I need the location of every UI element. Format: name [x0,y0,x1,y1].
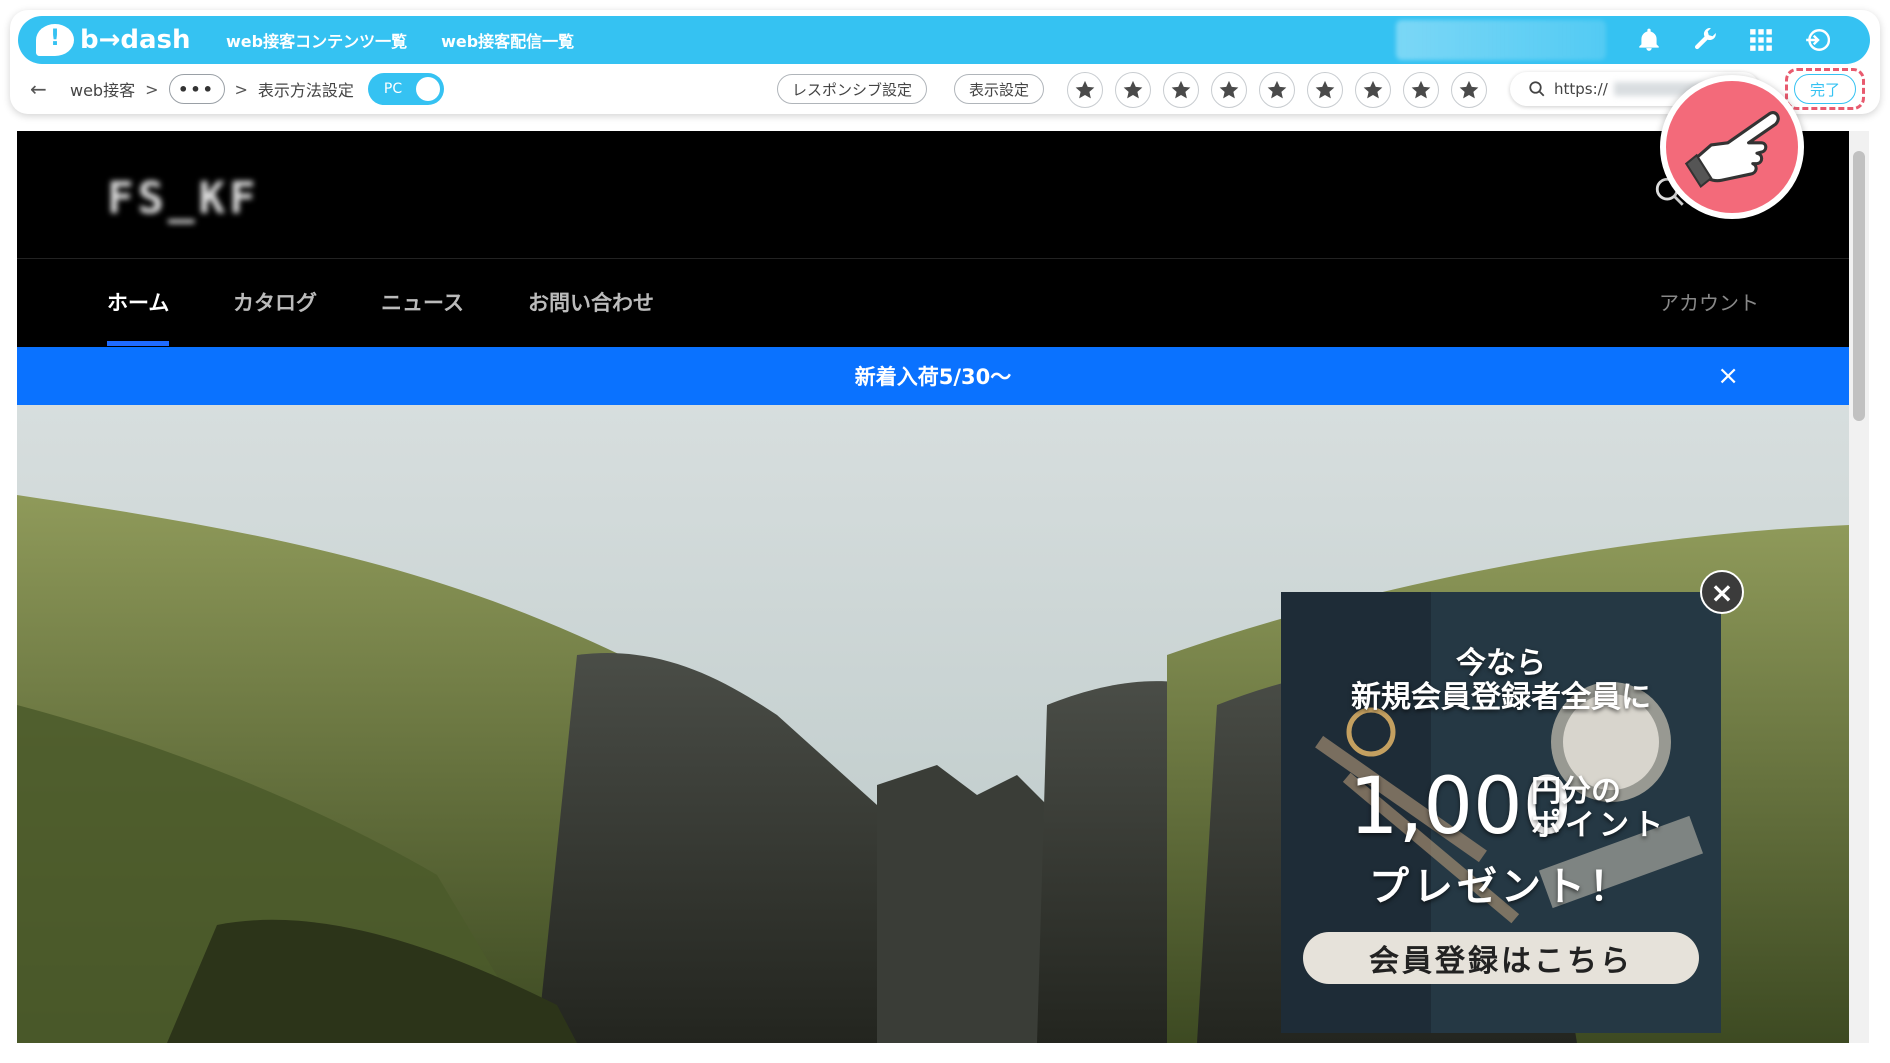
bell-icon[interactable] [1636,27,1662,53]
site-logo[interactable]: FS_KF [107,173,259,224]
star-button[interactable] [1211,72,1247,108]
nav-web-contents-list[interactable]: web接客コンテンツ一覧 [226,28,407,52]
sub-toolbar: ← web接客 > ••• > 表示方法設定 PC レスポンシブ設定 表示設定 … [30,68,1870,110]
active-nav-underline [107,341,169,346]
done-button[interactable]: 完了 [1794,74,1856,104]
star-icon [1267,80,1287,99]
star-button[interactable] [1307,72,1343,108]
star-icon [1219,80,1239,99]
breadcrumb-root[interactable]: web接客 [70,77,135,101]
account-info-blurred [1396,20,1606,60]
announcement-bar: 新着入荷5/30〜 × [17,347,1849,405]
star-icon [1411,80,1431,99]
site-header: FS_KF [17,131,1849,259]
logo-bubble-icon [36,24,74,56]
preview-scrollbar[interactable] [1849,131,1869,1043]
top-bar: b→dash web接客コンテンツ一覧 web接客配信一覧 [18,16,1870,64]
site-nav-catalog[interactable]: カタログ [233,287,317,317]
star-button[interactable] [1403,72,1439,108]
breadcrumb-separator: > [234,79,248,99]
wrench-icon[interactable] [1692,27,1718,53]
star-button[interactable] [1115,72,1151,108]
scroll-thumb[interactable] [1853,151,1865,421]
responsive-settings-button[interactable]: レスポンシブ設定 [777,74,928,104]
register-cta-button[interactable]: 会員登録はこちら [1303,932,1699,984]
device-toggle-label: PC [383,81,403,97]
star-button[interactable] [1067,72,1103,108]
popup-line-present: プレゼント！ [1369,864,1633,910]
logout-icon[interactable] [1804,27,1830,53]
announcement-text: 新着入荷5/30〜 [854,365,1012,389]
breadcrumb-separator: > [145,79,159,99]
device-toggle[interactable]: PC [367,73,444,105]
star-icon [1459,80,1479,99]
star-button[interactable] [1451,72,1487,108]
display-settings-button[interactable]: 表示設定 [954,74,1045,104]
star-icon [1123,80,1143,99]
breadcrumb-ellipsis-button[interactable]: ••• [168,74,225,104]
site-nav-news[interactable]: ニュース [381,287,464,317]
back-arrow-icon[interactable]: ← [30,77,60,101]
site-nav-home[interactable]: ホーム [107,287,169,317]
breadcrumb-current: 表示方法設定 [257,81,354,100]
logo-text: b→dash [80,25,191,55]
star-icon [1363,80,1383,99]
search-icon [1529,81,1545,97]
done-highlight: 完了 [1785,68,1865,110]
star-button[interactable] [1355,72,1391,108]
announcement-close-icon[interactable]: × [1717,361,1739,391]
star-button[interactable] [1259,72,1295,108]
pointing-hand-icon [1660,75,1804,219]
popup-close-button[interactable]: × [1700,570,1744,614]
star-icon [1171,80,1191,99]
apps-grid-icon[interactable] [1748,27,1774,53]
star-button[interactable] [1163,72,1199,108]
site-nav-account[interactable]: アカウント [1659,287,1759,316]
membership-popup[interactable]: 今なら 新規会員登録者全員に 1,000 円分の ポイント プレゼント！ 会員登… [1281,592,1721,1033]
top-icons [1636,27,1830,53]
site-nav-contact[interactable]: お問い合わせ [528,287,654,317]
star-buttons [1067,72,1487,108]
bdash-logo[interactable]: b→dash [36,24,196,56]
url-prefix: https:// [1554,80,1608,98]
nav-web-delivery-list[interactable]: web接客配信一覧 [441,28,574,52]
top-nav: web接客コンテンツ一覧 web接客配信一覧 [226,28,574,52]
toggle-knob [415,77,440,101]
popup-unit-line-2: ポイント [1531,808,1667,843]
popup-line-2: 新規会員登録者全員に [1351,680,1651,715]
star-icon [1315,80,1335,99]
hand-icon [1684,111,1780,189]
site-nav: ホーム カタログ ニュース お問い合わせ アカウント [17,259,1849,347]
star-icon [1075,80,1095,99]
